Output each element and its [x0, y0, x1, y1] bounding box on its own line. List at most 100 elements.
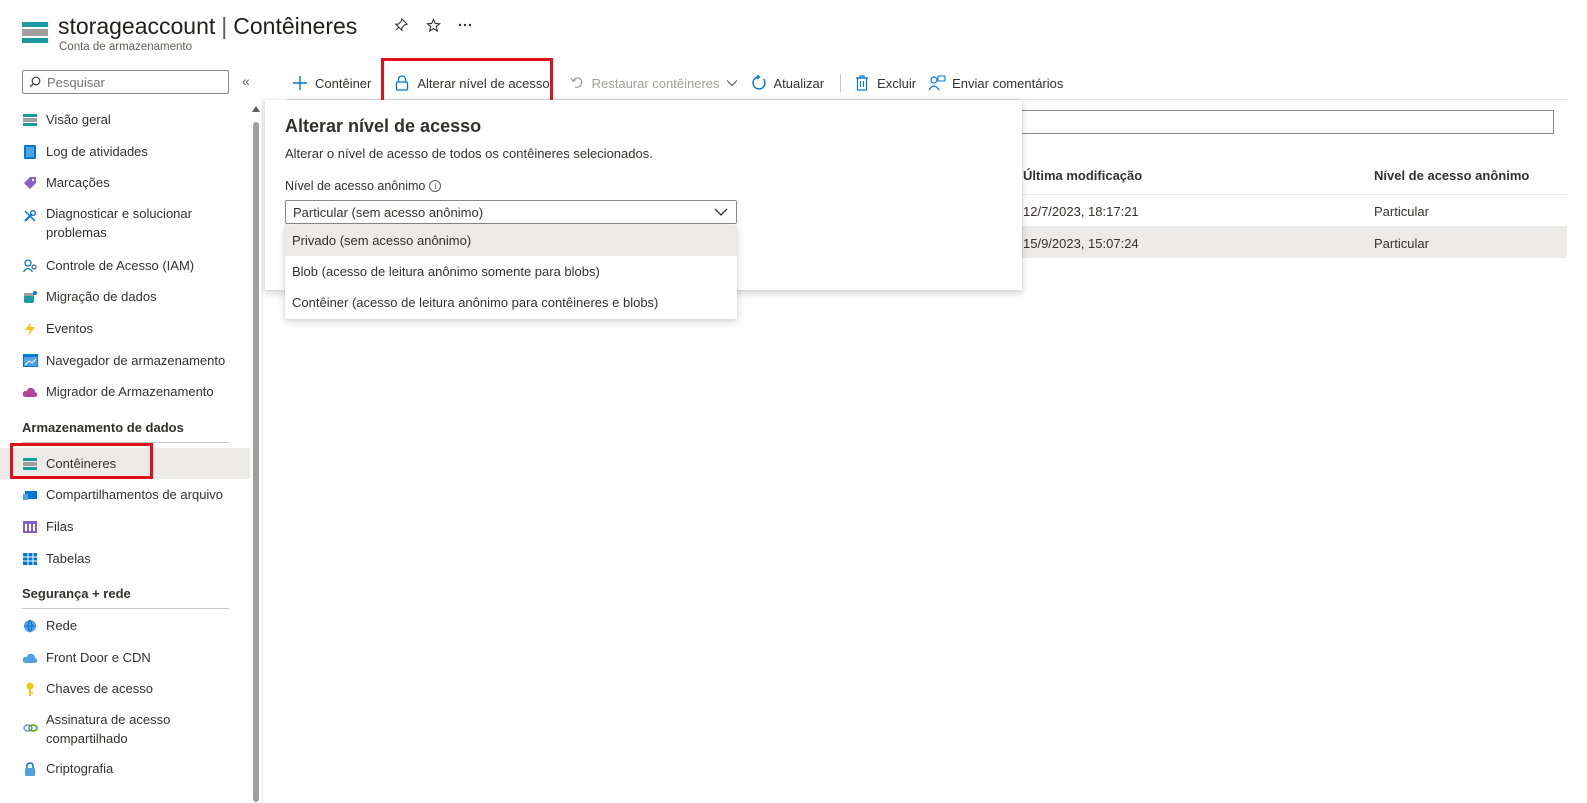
scroll-up-icon[interactable]	[252, 106, 260, 112]
plus-icon	[291, 74, 309, 92]
activity-log-icon	[22, 144, 38, 160]
send-feedback-button[interactable]: Enviar comentários	[924, 67, 1071, 99]
lock-icon	[393, 74, 411, 92]
refresh-button[interactable]: Atualizar	[746, 67, 833, 99]
data-migration-icon	[22, 289, 38, 305]
search-icon	[27, 74, 43, 90]
header-actions	[392, 16, 474, 34]
sidebar-item-label: Chaves de acesso	[46, 681, 153, 697]
delete-button[interactable]: Excluir	[849, 67, 924, 99]
change-access-label: Alterar nível de acesso	[417, 75, 550, 91]
page-subtitle: Conta de armazenamento	[59, 41, 192, 53]
table-row[interactable]: 12/7/2023, 18:17:21 Particular	[1000, 196, 1567, 227]
section-heading: Armazenamento de dados	[22, 419, 184, 435]
sidebar-item-file-shares[interactable]: Compartilhamentos de arquivo	[0, 479, 250, 511]
sidebar-item-label: Controle de Acesso (IAM)	[46, 257, 195, 273]
cdn-icon	[22, 650, 38, 666]
menu-scrollbar[interactable]	[251, 104, 261, 803]
sidebar-item-network[interactable]: Rede	[0, 610, 250, 642]
sidebar-item-activity-log[interactable]: Log de atividades	[0, 136, 250, 168]
sidebar-item-storage-mover[interactable]: Migrador de Armazenamento	[0, 376, 250, 408]
section-security-network: Segurança + rede	[0, 574, 250, 610]
sidebar-item-label: Diagnosticar e solucionar problemas	[46, 205, 192, 240]
option-private[interactable]: Privado (sem acesso anônimo)	[285, 225, 737, 256]
sidebar-item-label: Visão geral	[46, 112, 111, 127]
sidebar-item-access-keys[interactable]: Chaves de acesso	[0, 673, 250, 705]
scrollbar-thumb[interactable]	[253, 122, 259, 802]
wrench-icon	[22, 208, 38, 224]
sidebar-item-tags[interactable]: Marcações	[0, 167, 250, 199]
option-container[interactable]: Contêiner (acesso de leitura anônimo par…	[285, 287, 737, 318]
sidebar-item-data-migration[interactable]: Migração de dados	[0, 281, 250, 313]
refresh-icon	[750, 74, 768, 92]
sidebar-item-storage-browser[interactable]: Navegador de armazenamento	[0, 345, 250, 377]
section-data-storage: Armazenamento de dados	[0, 408, 250, 443]
sidebar-item-label: Migração de dados	[46, 289, 157, 305]
menu-nav: Visão geral Log de atividades Marcações …	[0, 104, 250, 785]
sidebar-item-label: Tabelas	[46, 550, 91, 566]
pin-icon[interactable]	[392, 16, 410, 34]
lock-icon	[22, 761, 38, 777]
delete-label: Excluir	[877, 75, 917, 91]
more-icon[interactable]	[456, 16, 474, 34]
column-header-access-level[interactable]: Nível de acesso anônimo	[1374, 168, 1529, 183]
chevron-down-icon	[726, 79, 738, 87]
sidebar-item-overview[interactable]: Visão geral	[0, 104, 250, 136]
menu-search-box[interactable]	[22, 70, 229, 94]
resource-name: storageaccount	[58, 13, 216, 39]
star-icon[interactable]	[424, 16, 442, 34]
cell-last-modified: 12/7/2023, 18:17:21	[1023, 204, 1139, 219]
storage-browser-icon	[22, 353, 38, 369]
option-blob[interactable]: Blob (acesso de leitura anônimo somente …	[285, 256, 737, 287]
title-separator: |	[221, 13, 228, 39]
restore-containers-button[interactable]: Restaurar contêineres	[564, 67, 746, 99]
sidebar-item-diagnose[interactable]: Diagnosticar e solucionar problemas	[0, 199, 250, 250]
trash-icon	[853, 74, 871, 92]
table-row[interactable]: 15/9/2023, 15:07:24 Particular	[1000, 227, 1567, 258]
undo-icon	[568, 74, 586, 92]
sidebar-item-label: Filas	[46, 518, 74, 534]
command-bar: Contêiner Alterar nível de acesso Restau…	[287, 66, 1071, 100]
sidebar-item-label: Eventos	[46, 320, 93, 336]
add-container-button[interactable]: Contêiner	[287, 67, 379, 99]
sidebar-item-encryption[interactable]: Criptografia	[0, 753, 250, 785]
sidebar-item-containers[interactable]: Contêineres	[0, 447, 250, 480]
section-heading: Segurança + rede	[22, 586, 131, 602]
containers-icon	[22, 456, 38, 472]
filter-input[interactable]	[1000, 110, 1554, 134]
overview-icon	[22, 112, 38, 128]
sidebar-item-label: Criptografia	[46, 760, 114, 776]
panel-description: Alterar o nível de acesso de todos os co…	[285, 146, 653, 161]
feedback-label: Enviar comentários	[952, 75, 1064, 91]
cell-access-level: Particular	[1374, 236, 1429, 251]
sidebar-item-tables[interactable]: Tabelas	[0, 543, 250, 575]
sidebar-item-events[interactable]: Eventos	[0, 313, 250, 345]
cell-last-modified: 15/9/2023, 15:07:24	[1023, 236, 1139, 251]
resource-menu: « Visão geral Log de atividades Marcaçõe…	[0, 64, 262, 803]
sidebar-item-iam[interactable]: Controle de Acesso (IAM)	[0, 250, 250, 282]
column-header-last-modified[interactable]: Última modificação	[1023, 168, 1142, 183]
collapse-menu-icon[interactable]: «	[242, 73, 250, 89]
access-level-options: Privado (sem acesso anônimo) Blob (acess…	[285, 225, 737, 319]
cell-access-level: Particular	[1374, 204, 1429, 219]
sidebar-item-queues[interactable]: Filas	[0, 511, 250, 543]
sidebar-item-label: Front Door e CDN	[46, 649, 151, 665]
add-container-label: Contêiner	[315, 75, 372, 91]
search-input[interactable]	[47, 74, 217, 90]
table-icon	[22, 551, 38, 567]
restore-label: Restaurar contêineres	[591, 75, 720, 91]
info-icon[interactable]: i	[429, 180, 442, 192]
link-icon	[22, 720, 38, 736]
sidebar-item-sas[interactable]: Assinatura de acesso compartilhado	[0, 705, 250, 753]
feedback-icon	[928, 74, 946, 92]
tag-icon	[22, 175, 38, 191]
change-access-level-button[interactable]: Alterar nível de acesso	[389, 67, 563, 99]
access-level-label-text: Nível de acesso anônimo	[285, 179, 426, 193]
access-level-dropdown[interactable]: Particular (sem acesso anônimo)	[285, 200, 737, 224]
sidebar-item-label: Log de atividades	[46, 143, 148, 159]
sidebar-item-front-door[interactable]: Front Door e CDN	[0, 642, 250, 674]
section-divider	[22, 608, 229, 610]
storage-account-icon	[22, 22, 48, 44]
panel-title: Alterar nível de acesso	[285, 116, 482, 136]
dropdown-selected-value: Particular (sem acesso anônimo)	[293, 204, 484, 220]
